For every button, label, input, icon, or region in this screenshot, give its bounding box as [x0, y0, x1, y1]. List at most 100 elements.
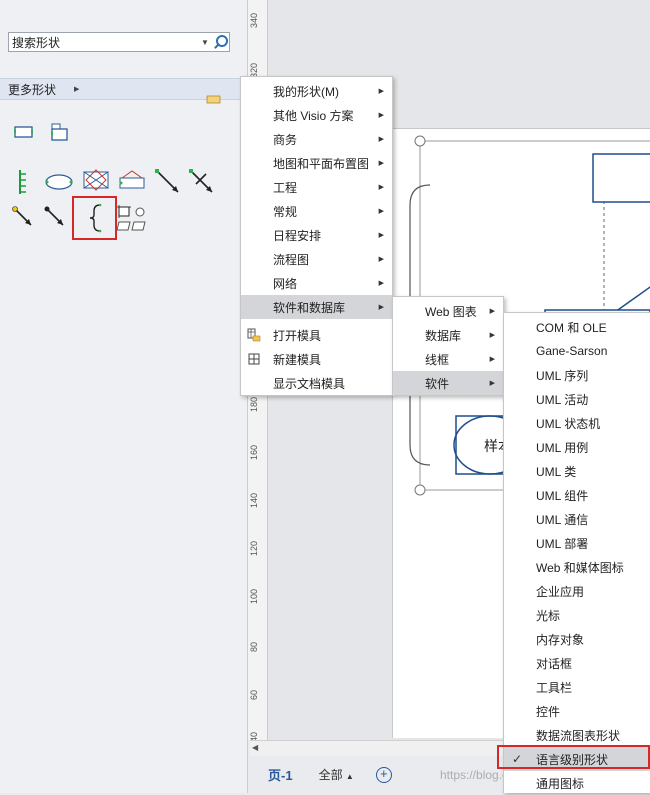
ruler-label: 140 [249, 492, 259, 508]
menu-item-new-stencil[interactable]: 新建模具 [241, 347, 392, 371]
search-shapes-box[interactable]: 搜索形状 ▼ [8, 32, 230, 52]
shape-comment-bracket-icon[interactable] [14, 168, 30, 196]
menu-item-toolbar[interactable]: 工具栏 [504, 675, 650, 699]
submenu-arrow-icon: ▶ [378, 256, 384, 263]
menu-item-network[interactable]: 网络 ▶ [241, 271, 392, 295]
menu-item-label: UML 状态机 [536, 416, 601, 431]
search-dropdown-icon[interactable]: ▼ [199, 38, 211, 47]
new-stencil-icon [248, 353, 260, 365]
menu-item-schedule[interactable]: 日程安排 ▶ [241, 223, 392, 247]
tab-page-1[interactable]: 页-1 [268, 765, 293, 784]
menu-item-label: 地图和平面布置图 [273, 156, 370, 171]
menu-item-label: 显示文档模具 [273, 376, 346, 391]
menu-item-label: 商务 [273, 132, 298, 147]
shape-package-icon[interactable] [50, 122, 70, 142]
shape-house-icon[interactable] [118, 168, 146, 192]
menu-item-label: UML 类 [536, 464, 577, 479]
selected-menu-highlight [497, 745, 650, 769]
menu-item-web-media-icons[interactable]: Web 和媒体图标 [504, 555, 650, 579]
menu-item-other-visio[interactable]: 其他 Visio 方案 ▶ [241, 103, 392, 127]
menu-item-uml-state-machine[interactable]: UML 状态机 [504, 411, 650, 435]
menu-item-uml-communication[interactable]: UML 通信 [504, 507, 650, 531]
menu-item-label: 流程图 [273, 252, 310, 267]
menu-item-software[interactable]: 软件 ▶ [393, 371, 503, 395]
ruler-label: 100 [249, 588, 259, 604]
tab-all-pages[interactable]: 全部 ▲ [319, 766, 354, 783]
menu-item-uml-sequence[interactable]: UML 序列 [504, 363, 650, 387]
submenu-arrow-icon: ▶ [489, 380, 495, 387]
menu-item-label: 工具栏 [536, 680, 573, 695]
ruler-label: 340 [249, 12, 259, 28]
submenu-arrow-icon: ▶ [378, 184, 384, 191]
menu-item-uml-deployment[interactable]: UML 部署 [504, 531, 650, 555]
shapes-pane: 搜索形状 ▼ 更多形状 ▶ [0, 0, 248, 793]
menu-item-label: 常规 [273, 204, 298, 219]
menu-item-label: 打开模具 [273, 328, 322, 343]
menu-item-maps[interactable]: 地图和平面布置图 ▶ [241, 151, 392, 175]
menu-item-com-ole[interactable]: COM 和 OLE [504, 315, 650, 339]
shape-frame-set-icon[interactable] [116, 204, 148, 232]
shape-arrow-dot-icon[interactable] [42, 204, 68, 230]
menu-item-uml-activity[interactable]: UML 活动 [504, 387, 650, 411]
menu-item-label: Web 和媒体图标 [536, 560, 624, 575]
submenu-arrow-icon: ▶ [489, 332, 495, 339]
chevron-right-icon: ▶ [74, 86, 80, 93]
menu-item-label: UML 序列 [536, 368, 589, 383]
submenu-arrow-icon: ▶ [378, 304, 384, 311]
ruler-label: 160 [249, 444, 259, 460]
menu-item-label: 网络 [273, 276, 298, 291]
menu-item-enterprise-app[interactable]: 企业应用 [504, 579, 650, 603]
search-icon[interactable] [211, 33, 229, 51]
menu-item-label: COM 和 OLE [536, 320, 607, 335]
shape-arrow-short-icon[interactable] [10, 204, 36, 230]
caret-up-icon: ▲ [345, 772, 354, 781]
menu-item-flowchart[interactable]: 流程图 ▶ [241, 247, 392, 271]
selected-shape-highlight [72, 196, 117, 240]
menu-item-common-icons[interactable]: 通用图标 [504, 771, 650, 795]
submenu-arrow-icon: ▶ [378, 280, 384, 287]
menu-item-cursor[interactable]: 光标 [504, 603, 650, 627]
menu-item-uml-class[interactable]: UML 类 [504, 459, 650, 483]
shape-cloud-icon[interactable] [44, 172, 74, 192]
menu-item-engineering[interactable]: 工程 ▶ [241, 175, 392, 199]
tab-all-label: 全部 [318, 768, 343, 782]
shape-arrow-diag-icon[interactable] [154, 168, 182, 196]
menu-item-wireframe[interactable]: 线框 ▶ [393, 347, 503, 371]
menu-item-dialog[interactable]: 对话框 [504, 651, 650, 675]
menu-item-gane-sarson[interactable]: Gane-Sarson [504, 339, 650, 363]
menu-item-label: 通用图标 [536, 776, 585, 791]
menu-item-label: 软件 [425, 376, 450, 391]
menu-item-memory-object[interactable]: 内存对象 [504, 627, 650, 651]
menu-item-database[interactable]: 数据库 ▶ [393, 323, 503, 347]
ruler-label: 80 [249, 641, 259, 652]
submenu-arrow-icon: ▶ [378, 160, 384, 167]
menu-item-software-database[interactable]: 软件和数据库 ▶ [241, 295, 392, 319]
menu-item-data-flow[interactable]: 数据流图表形状 [504, 723, 650, 747]
software-submenu: COM 和 OLE Gane-Sarson UML 序列 UML 活动 UML … [503, 312, 650, 793]
search-shapes-input[interactable]: 搜索形状 [9, 34, 199, 51]
ruler-label: 120 [249, 540, 259, 556]
menu-item-my-shapes[interactable]: 我的形状(M) ▶ [241, 79, 392, 103]
menu-item-label: 工程 [273, 180, 298, 195]
submenu-arrow-icon: ▶ [378, 208, 384, 215]
shape-rect-screen-icon[interactable] [14, 124, 34, 140]
menu-item-general[interactable]: 常规 ▶ [241, 199, 392, 223]
menu-item-uml-use-case[interactable]: UML 用例 [504, 435, 650, 459]
menu-item-uml-component[interactable]: UML 组件 [504, 483, 650, 507]
menu-item-label: 数据流图表形状 [536, 728, 621, 743]
shape-diamond-icon[interactable] [82, 168, 110, 194]
add-page-button[interactable]: + [375, 766, 392, 783]
menu-item-show-document-stencil[interactable]: 显示文档模具 [241, 371, 392, 395]
scroll-left-icon[interactable]: ◀ [252, 743, 264, 755]
menu-item-web-diagram[interactable]: Web 图表 ▶ [393, 299, 503, 323]
menu-item-label: UML 部署 [536, 536, 589, 551]
menu-item-label: UML 用例 [536, 440, 589, 455]
submenu-arrow-icon: ▶ [489, 356, 495, 363]
shape-arrow-cross-icon[interactable] [188, 168, 216, 196]
menu-item-business[interactable]: 商务 ▶ [241, 127, 392, 151]
menu-item-controls[interactable]: 控件 [504, 699, 650, 723]
menu-item-label: 内存对象 [536, 632, 585, 647]
ruler-label: 60 [249, 689, 259, 700]
more-shapes-label: 更多形状 [8, 82, 57, 97]
menu-item-open-stencil[interactable]: 打开模具 [241, 323, 392, 347]
